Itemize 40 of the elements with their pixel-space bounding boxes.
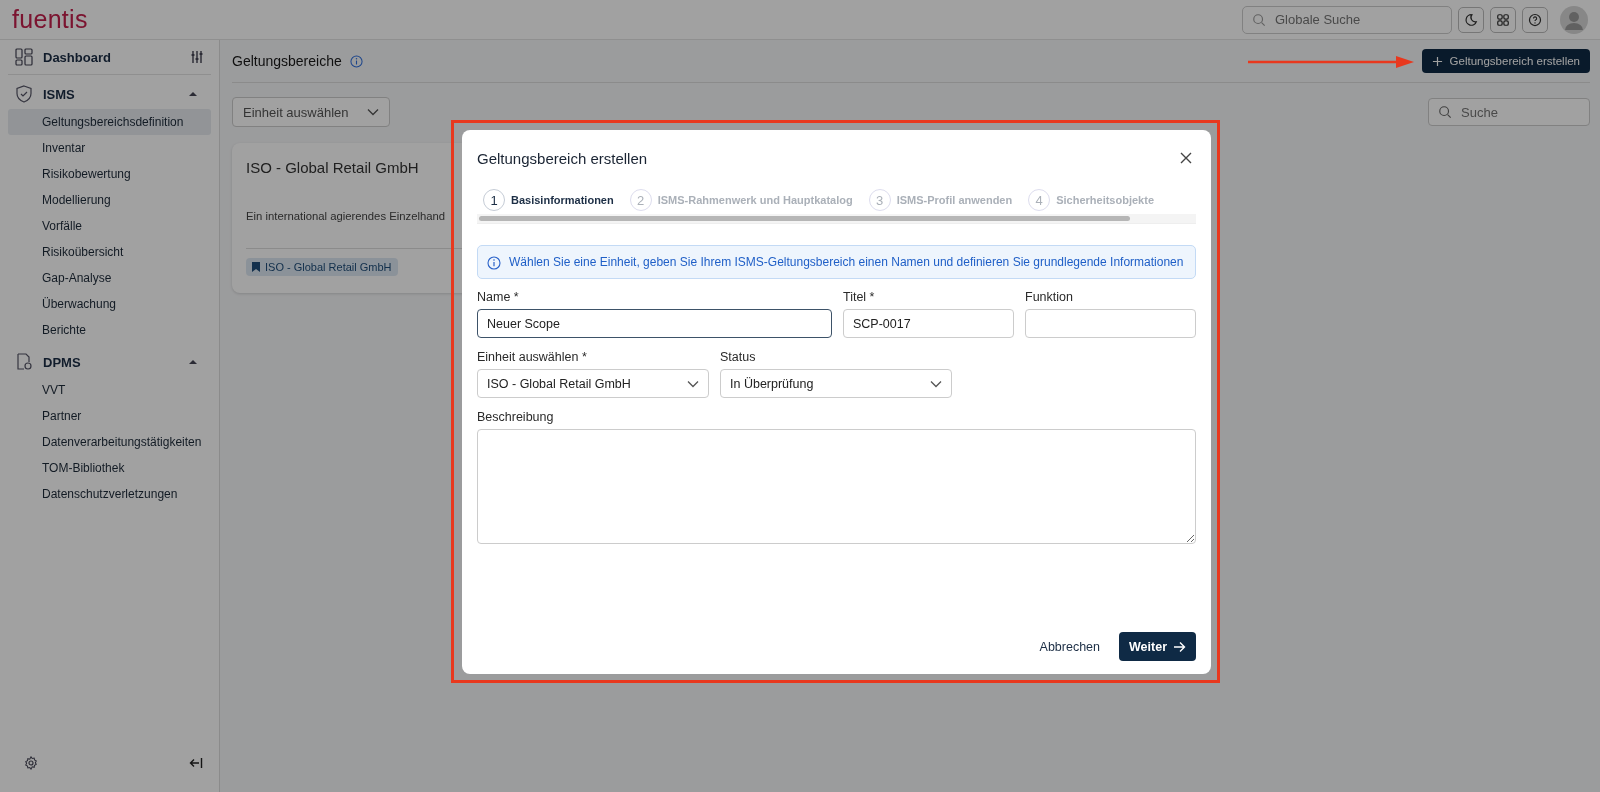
logo: fuentis	[12, 7, 88, 32]
nav-item[interactable]: Datenschutzverletzungen	[8, 481, 211, 507]
page-title: Geltungsbereiche	[232, 53, 342, 69]
stepper-step[interactable]: 1 Basisinformationen	[483, 189, 614, 211]
next-button[interactable]: Weiter	[1119, 632, 1196, 661]
input-field[interactable]: SCP-0017	[843, 309, 1014, 338]
field-label: Status	[720, 350, 757, 364]
nav-section[interactable]: DPMS	[8, 343, 211, 377]
card-description: Ein international agierendes Einzelhand	[246, 210, 446, 222]
unit-dropdown[interactable]: Einheit auswählen	[232, 97, 390, 127]
field-label: Name *	[477, 290, 520, 304]
input-field[interactable]: Neuer Scope	[477, 309, 832, 338]
select-field[interactable]: ISO - Global Retail GmbH	[477, 369, 709, 398]
cancel-button[interactable]: Abbrechen	[1035, 635, 1104, 658]
nav-item[interactable]: Risikoübersicht	[8, 239, 211, 265]
search-field[interactable]: Globale Suche	[1242, 5, 1452, 34]
field-label: Titel *	[843, 290, 876, 304]
nav-item[interactable]: VVT	[8, 377, 211, 403]
nav-item[interactable]: Vorfälle	[8, 213, 211, 239]
select-field[interactable]: In Überprüfung	[720, 369, 952, 398]
field-label: Einheit auswählen *	[477, 350, 588, 364]
nav-item[interactable]: Partner	[8, 403, 211, 429]
nav-item[interactable]: Datenverarbeitungstätigkeiten	[8, 429, 211, 455]
field-label: Funktion	[1025, 290, 1074, 304]
nav-item[interactable]: Inventar	[8, 135, 211, 161]
nav-item[interactable]: Modellierung	[8, 187, 211, 213]
nav-section[interactable]: ISMS	[8, 75, 211, 109]
card-title: ISO - Global Retail GmbH	[246, 159, 419, 176]
nav-item[interactable]: Risikobewertung	[8, 161, 211, 187]
tag: ISO - Global Retail GmbH	[246, 258, 398, 276]
field-label: Beschreibung	[477, 410, 555, 424]
nav-item[interactable]: Überwachung	[8, 291, 211, 317]
nav-item[interactable]: Gap-Analyse	[8, 265, 211, 291]
nav-item[interactable]: Geltungsbereichsdefinition	[8, 109, 211, 135]
dialog-title: Geltungsbereich erstellen	[477, 149, 648, 167]
nav-item[interactable]: Berichte	[8, 317, 211, 343]
create-scope-button[interactable]: Geltungsbereich erstellen	[1421, 49, 1590, 73]
dashboard-nav-item[interactable]: Dashboard	[15, 48, 111, 66]
nav-item[interactable]: TOM-Bibliothek	[8, 455, 211, 481]
search-field[interactable]: Suche	[1428, 98, 1590, 126]
